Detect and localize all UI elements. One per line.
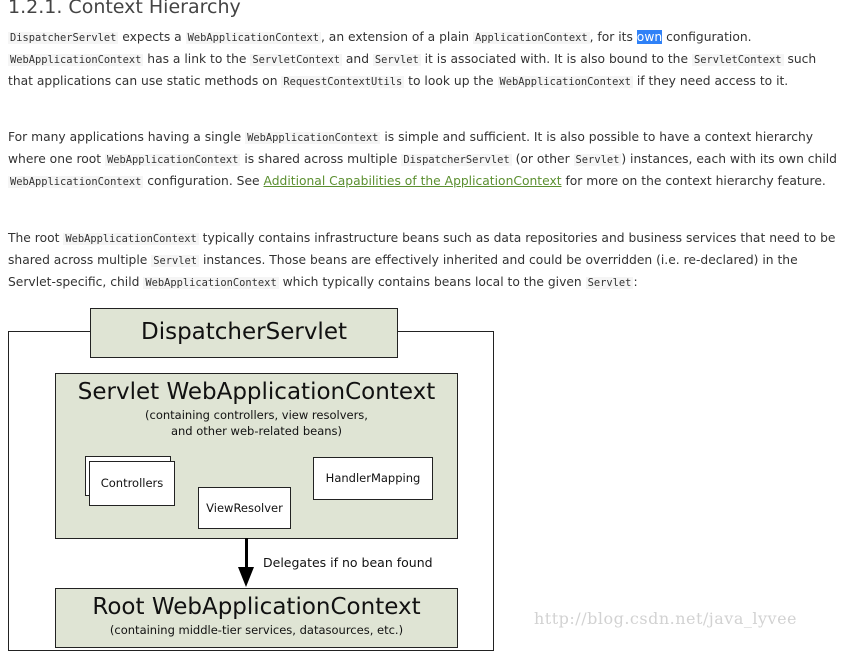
text: for more on the context hierarchy featur… [561, 174, 826, 188]
paragraph-1: DispatcherServlet expects a WebApplicati… [8, 27, 838, 93]
code-term: ApplicationContext [472, 32, 590, 44]
code-term: WebApplicationContext [245, 132, 381, 144]
additional-capabilities-link[interactable]: Additional Capabilities of the Applicati… [264, 174, 562, 188]
text: to look up the [404, 74, 498, 88]
text: For many applications having a single [8, 130, 246, 144]
text: ) instances, each with its own child [621, 152, 837, 166]
delegates-label: Delegates if no bean found [263, 555, 433, 570]
text: and [341, 52, 373, 66]
code-term: WebApplicationContext [185, 32, 321, 44]
root-context-title: Root WebApplicationContext [92, 594, 421, 620]
code-term: WebApplicationContext [105, 154, 241, 166]
code-term: Servlet [151, 255, 200, 267]
code-term: Servlet [585, 277, 634, 289]
code-term: WebApplicationContext [8, 176, 144, 188]
watermark: http://blog.csdn.net/java_lyvee [534, 609, 798, 628]
code-term: RequestContextUtils [281, 76, 405, 88]
servlet-context-subtitle-1: (containing controllers, view resolvers, [145, 408, 368, 422]
code-term: WebApplicationContext [143, 277, 279, 289]
text: : [633, 275, 638, 289]
code-term: DispatcherServlet [401, 154, 512, 166]
text: expects a [118, 30, 186, 44]
code-term: WebApplicationContext [8, 54, 144, 66]
text: , an extension of a plain [320, 30, 473, 44]
servlet-context-title: Servlet WebApplicationContext [77, 379, 436, 405]
controllers-box: Controllers [89, 461, 175, 506]
code-term: ServletContext [250, 54, 342, 66]
root-context-subtitle: (containing middle-tier services, dataso… [109, 623, 404, 637]
servlet-context-subtitle-2: and other web-related beans) [170, 424, 343, 438]
text: , for its [589, 30, 637, 44]
dispatcher-servlet-box: DispatcherServlet [90, 308, 398, 358]
text: it is associated with. It is also bound … [420, 52, 692, 66]
text: if they need access to it. [632, 74, 789, 88]
text: is shared across multiple [240, 152, 402, 166]
code-term: WebApplicationContext [497, 76, 633, 88]
view-resolver-box: ViewResolver [198, 487, 291, 529]
delegation-arrow-head [238, 567, 254, 587]
paragraph-2: For many applications having a single We… [8, 127, 838, 193]
text: configuration. [662, 30, 752, 44]
code-term: WebApplicationContext [63, 233, 199, 245]
paragraph-3: The root WebApplicationContext typically… [8, 228, 838, 294]
text: which typically contains beans local to … [278, 275, 586, 289]
handler-mapping-box: HandlerMapping [313, 457, 433, 500]
text: (or other [511, 152, 574, 166]
selected-text[interactable]: own [636, 30, 663, 44]
code-term: DispatcherServlet [8, 32, 119, 44]
root-context-box: Root WebApplicationContext (containing m… [55, 588, 458, 648]
code-term: Servlet [372, 54, 421, 66]
code-term: Servlet [573, 154, 622, 166]
text: The root [8, 231, 64, 245]
code-term: ServletContext [691, 54, 784, 66]
text: configuration. See [143, 174, 264, 188]
section-heading: 1.2.1. Context Hierarchy [8, 0, 241, 18]
text: has a link to the [143, 52, 251, 66]
